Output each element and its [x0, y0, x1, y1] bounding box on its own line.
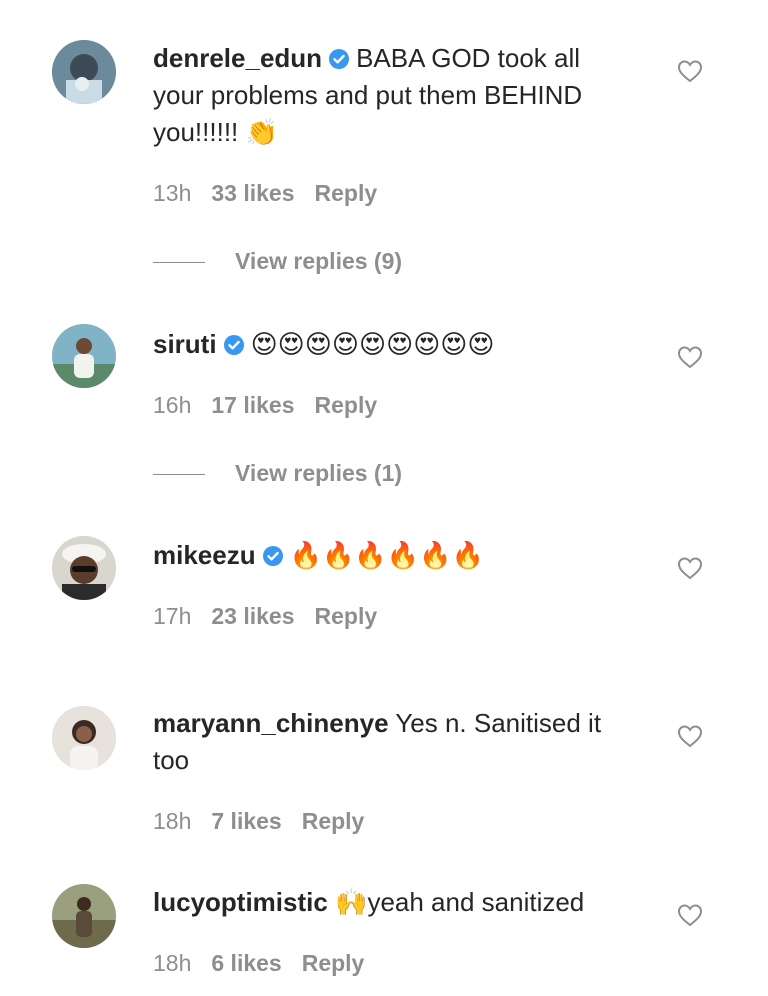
comment-meta: 16h 17 likes Reply — [153, 390, 397, 420]
reply-button[interactable]: Reply — [315, 603, 378, 629]
username[interactable]: denrele_edun — [153, 43, 322, 73]
comment-text: lucyoptimistic 🙌yeah and sanitized — [153, 884, 633, 921]
reply-button[interactable]: Reply — [315, 392, 378, 418]
view-replies-label: View replies (9) — [235, 248, 403, 274]
comments-list: denrele_edun BABA GOD took all your probl… — [0, 0, 768, 996]
likes-count[interactable]: 6 likes — [211, 950, 281, 976]
comment-text: mikeezu 🔥🔥🔥🔥🔥🔥 — [153, 537, 633, 574]
heart-outline-icon[interactable] — [677, 556, 703, 580]
username[interactable]: lucyoptimistic — [153, 887, 328, 917]
heart-outline-icon[interactable] — [677, 724, 703, 748]
username[interactable]: siruti — [153, 329, 217, 359]
username[interactable]: mikeezu — [153, 540, 256, 570]
likes-count[interactable]: 17 likes — [211, 392, 294, 418]
reply-button[interactable]: Reply — [302, 950, 365, 976]
verified-badge-icon — [328, 48, 350, 70]
likes-count[interactable]: 23 likes — [211, 603, 294, 629]
comment-meta: 18h 7 likes Reply — [153, 806, 384, 836]
avatar[interactable] — [52, 884, 116, 948]
timestamp: 13h — [153, 180, 192, 206]
avatar[interactable] — [52, 40, 116, 104]
comment-text: denrele_edun BABA GOD took all your probl… — [153, 40, 633, 151]
verified-badge-icon — [262, 545, 284, 567]
likes-count[interactable]: 7 likes — [211, 808, 281, 834]
comment-meta: 18h 6 likes Reply — [153, 948, 384, 978]
comment-meta: 13h 33 likes Reply — [153, 178, 397, 208]
raised-hands-emoji: 🙌 — [335, 888, 368, 918]
avatar[interactable] — [52, 536, 116, 600]
heart-outline-icon[interactable] — [677, 59, 703, 83]
view-replies-label: View replies (1) — [235, 460, 403, 486]
reply-button[interactable]: Reply — [315, 180, 378, 206]
comment-text: siruti 😍😍😍😍😍😍😍😍😍 — [153, 326, 633, 363]
comment-text: maryann_chinenye Yes n. Sanitised it too — [153, 705, 633, 779]
heart-eyes-emoji: 😍😍😍😍😍😍😍😍😍 — [250, 330, 495, 360]
view-replies-button[interactable]: View replies (1) — [153, 458, 402, 488]
timestamp: 18h — [153, 808, 192, 834]
divider-line — [153, 262, 205, 264]
heart-outline-icon[interactable] — [677, 903, 703, 927]
comment-body: yeah and sanitized — [367, 887, 585, 917]
comment-meta: 17h 23 likes Reply — [153, 601, 397, 631]
avatar[interactable] — [52, 324, 116, 388]
clapping-hands-emoji: 👏 — [245, 118, 278, 148]
heart-outline-icon[interactable] — [677, 345, 703, 369]
username[interactable]: maryann_chinenye — [153, 708, 389, 738]
verified-badge-icon — [223, 334, 245, 356]
view-replies-button[interactable]: View replies (9) — [153, 246, 402, 276]
fire-emoji: 🔥🔥🔥🔥🔥🔥 — [289, 541, 484, 571]
timestamp: 16h — [153, 392, 192, 418]
reply-button[interactable]: Reply — [302, 808, 365, 834]
divider-line — [153, 474, 205, 476]
avatar[interactable] — [52, 706, 116, 770]
likes-count[interactable]: 33 likes — [211, 180, 294, 206]
timestamp: 18h — [153, 950, 192, 976]
timestamp: 17h — [153, 603, 192, 629]
